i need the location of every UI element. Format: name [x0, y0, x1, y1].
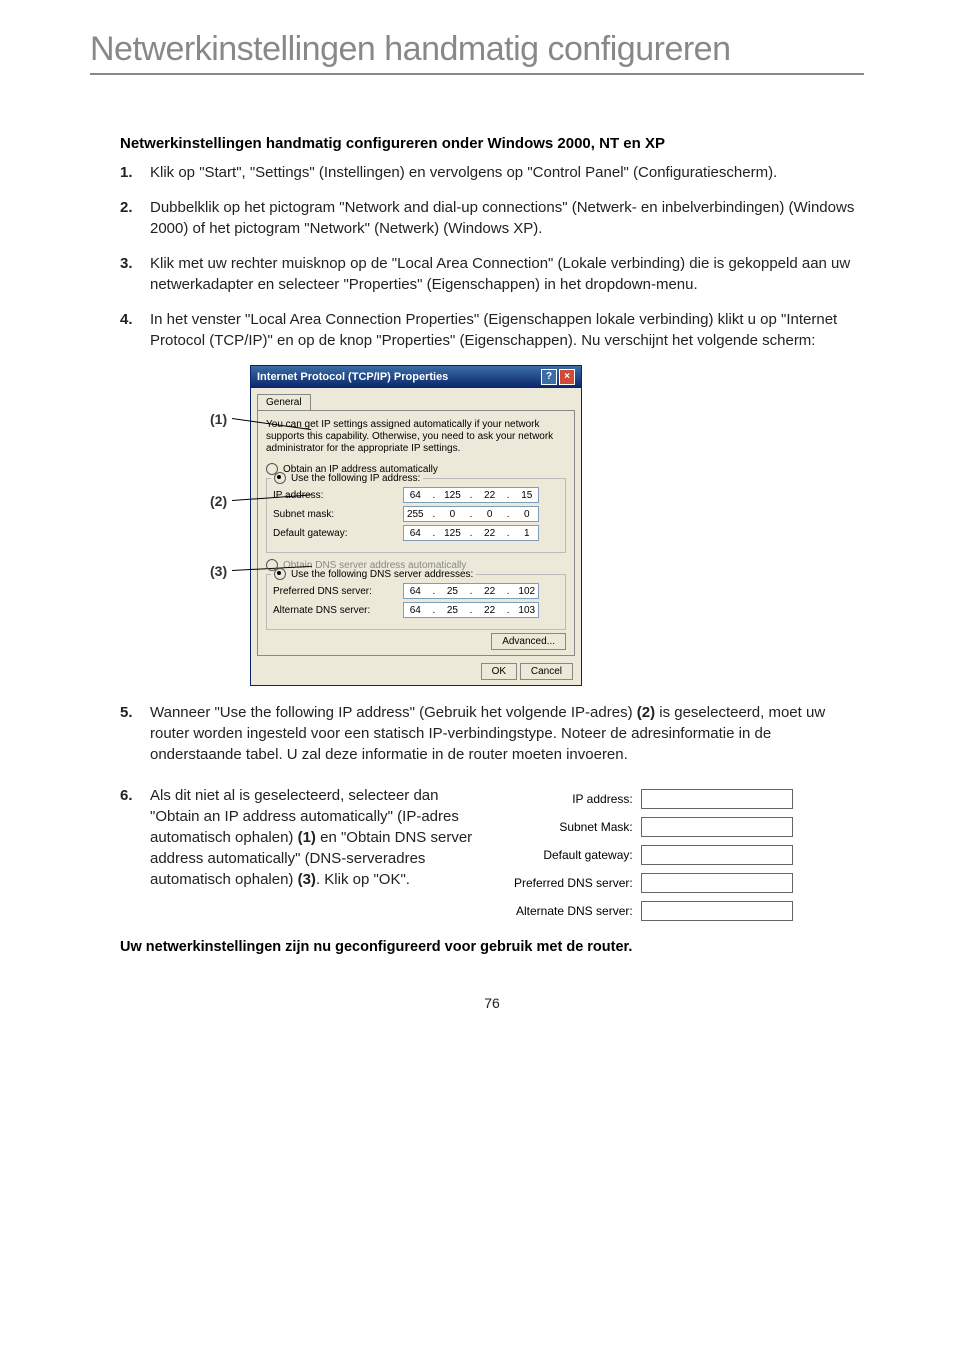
table-input-alt[interactable]	[641, 901, 793, 921]
table-label-mask: Subnet Mask:	[510, 813, 637, 841]
radio-label: Use the following IP address:	[291, 473, 420, 484]
step-text: Klik met uw rechter muisknop op de "Loca…	[150, 253, 864, 295]
default-gateway-field[interactable]: 64.125.22.1	[403, 525, 539, 541]
closing-statement: Uw netwerkinstellingen zijn nu geconfigu…	[120, 939, 864, 955]
step-text: Dubbelklik op het pictogram "Network and…	[150, 197, 864, 239]
label-alt-dns: Alternate DNS server:	[273, 605, 403, 616]
section-heading: Netwerkinstellingen handmatig configurer…	[120, 135, 864, 152]
ip-address-field[interactable]: 64.125.22.15	[403, 487, 539, 503]
close-icon[interactable]: ×	[559, 369, 575, 385]
table-label-alt: Alternate DNS server:	[510, 897, 637, 925]
tcpip-properties-dialog: Internet Protocol (TCP/IP) Properties ? …	[250, 365, 582, 686]
ok-button[interactable]: OK	[481, 663, 517, 680]
advanced-button[interactable]: Advanced...	[491, 633, 566, 650]
table-input-gw[interactable]	[641, 845, 793, 865]
label-gateway: Default gateway:	[273, 528, 403, 539]
step-number: 6.	[120, 785, 150, 925]
radio-use-ip[interactable]	[274, 472, 286, 484]
cancel-button[interactable]: Cancel	[520, 663, 573, 680]
help-icon[interactable]: ?	[541, 369, 557, 385]
step-number: 4.	[120, 309, 150, 351]
step-number: 2.	[120, 197, 150, 239]
table-label-pref: Preferred DNS server:	[510, 869, 637, 897]
table-label-ip: IP address:	[510, 785, 637, 813]
preferred-dns-field[interactable]: 64.25.22.102	[403, 583, 539, 599]
callout-2: (2)	[210, 493, 227, 509]
dialog-figure: (1) (2) (3) Internet Protocol (TCP/IP) P…	[210, 365, 864, 686]
address-info-table: IP address: Subnet Mask: Default gateway…	[510, 785, 797, 925]
table-input-mask[interactable]	[641, 817, 793, 837]
dialog-title: Internet Protocol (TCP/IP) Properties	[257, 371, 448, 383]
step-number: 5.	[120, 702, 150, 765]
callout-1: (1)	[210, 411, 227, 427]
step-number: 1.	[120, 162, 150, 183]
tab-general[interactable]: General	[257, 394, 311, 410]
radio-use-dns[interactable]	[274, 568, 286, 580]
step-text: Als dit niet al is geselecteerd, selecte…	[150, 785, 490, 890]
step-number: 3.	[120, 253, 150, 295]
label-pref-dns: Preferred DNS server:	[273, 586, 403, 597]
page-number: 76	[120, 995, 864, 1011]
step-text: Wanneer "Use the following IP address" (…	[150, 702, 864, 765]
step-text: Klik op "Start", "Settings" (Instellinge…	[150, 162, 864, 183]
step-text: In het venster "Local Area Connection Pr…	[150, 309, 864, 351]
subnet-mask-field[interactable]: 255.0.0.0	[403, 506, 539, 522]
radio-label: Use the following DNS server addresses:	[291, 569, 473, 580]
alternate-dns-field[interactable]: 64.25.22.103	[403, 602, 539, 618]
dialog-description: You can get IP settings assigned automat…	[266, 419, 566, 455]
callout-3: (3)	[210, 563, 227, 579]
table-label-gw: Default gateway:	[510, 841, 637, 869]
table-input-ip[interactable]	[641, 789, 793, 809]
label-subnet: Subnet mask:	[273, 509, 403, 520]
page-title: Netwerkinstellingen handmatig configurer…	[90, 30, 864, 75]
table-input-pref[interactable]	[641, 873, 793, 893]
